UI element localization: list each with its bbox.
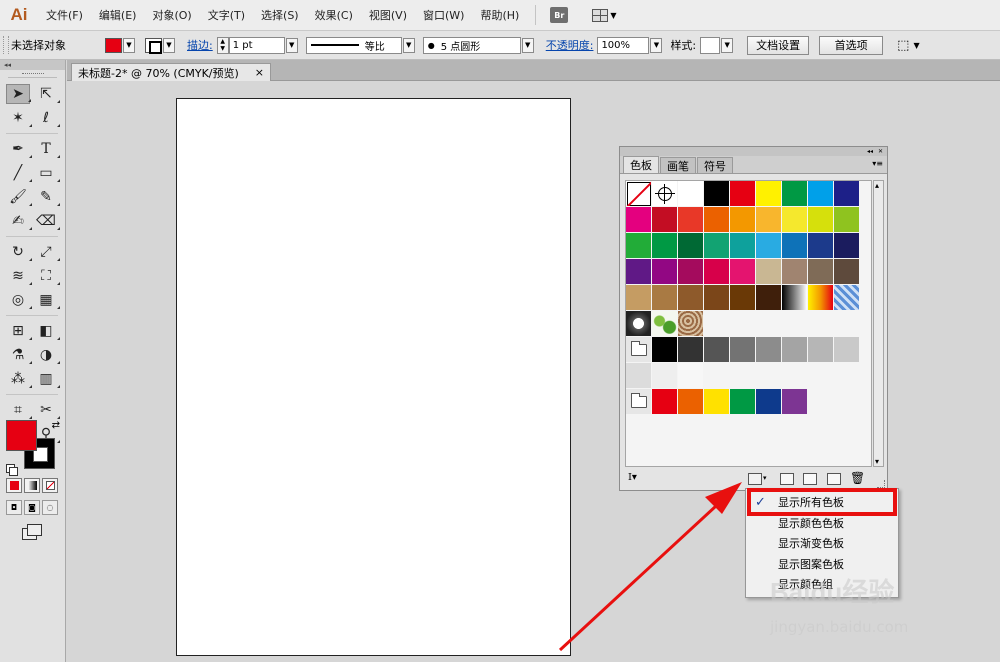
annotation-arrow-shaft [558,504,718,652]
baidu-watermark: Baidu经验 jingyan.baidu.com [770,572,960,642]
watermark-url: jingyan.baidu.com [770,618,909,636]
annotation-arrow [558,482,742,652]
watermark-brand: Baidu经验 [770,577,895,607]
fill-color-box[interactable] [6,420,37,451]
